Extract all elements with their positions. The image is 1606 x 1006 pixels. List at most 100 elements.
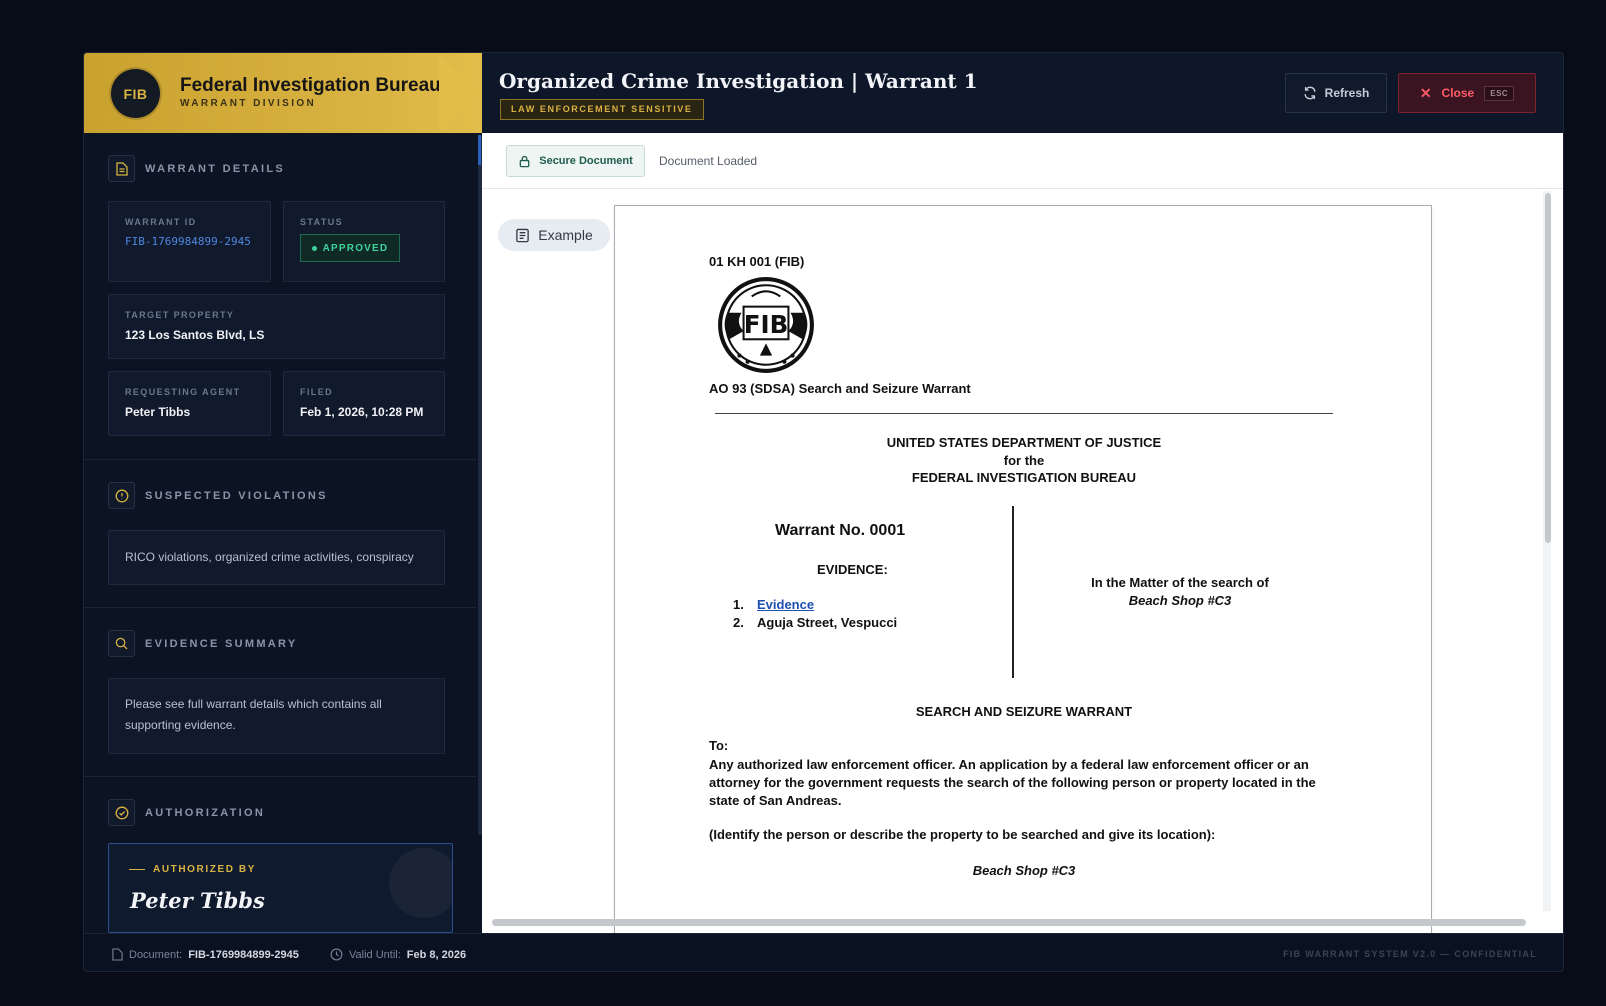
- document-toolbar: Secure Document Document Loaded: [482, 133, 1563, 189]
- document-status-text: Document Loaded: [659, 154, 758, 168]
- authorized-by-text: AUTHORIZED BY: [153, 864, 257, 875]
- fib-seal-icon: FIB: [718, 277, 814, 373]
- divider: [715, 413, 1333, 414]
- evidence-item-1-number: 1.: [733, 597, 744, 612]
- document-vertical-scroll-thumb[interactable]: [1545, 193, 1551, 543]
- evidence-card: Please see full warrant details which co…: [108, 678, 445, 754]
- brand-arrow-decoration: [439, 53, 477, 133]
- valid-until-label: Valid Until:: [349, 948, 401, 961]
- evidence-header: EVIDENCE SUMMARY: [108, 630, 298, 657]
- authorization-card: AUTHORIZED BY Peter Tibbs: [108, 843, 453, 933]
- check-circle-icon: [108, 799, 135, 826]
- filed-label: FILED: [300, 387, 333, 397]
- brand-subtitle: WARRANT DIVISION: [180, 98, 317, 109]
- section-title-search-warrant: SEARCH AND SEIZURE WARRANT: [915, 704, 1133, 719]
- status-badge: APPROVED: [300, 234, 400, 262]
- page-title: Organized Crime Investigation | Warrant …: [499, 69, 978, 93]
- authorizer-signature: Peter Tibbs: [130, 888, 265, 913]
- refresh-icon: [1304, 86, 1316, 100]
- evidence-heading: EVIDENCE:: [817, 562, 888, 577]
- section-title: WARRANT DETAILS: [145, 162, 286, 175]
- section-warrant-details: WARRANT DETAILS WARRANT ID FIB-176998489…: [84, 133, 476, 460]
- warrant-id-label: WARRANT ID: [125, 217, 197, 227]
- close-icon: ✕: [1419, 84, 1432, 101]
- requesting-agent-label: REQUESTING AGENT: [125, 387, 241, 397]
- system-version-text: FIB WARRANT SYSTEM V2.0 — CONFIDENTIAL: [1283, 949, 1537, 959]
- department-line-2: for the: [1003, 453, 1045, 468]
- evidence-item-2-number: 2.: [733, 615, 744, 630]
- section-suspected-violations: SUSPECTED VIOLATIONS RICO violations, or…: [84, 460, 476, 608]
- section-title: EVIDENCE SUMMARY: [145, 637, 298, 650]
- decorative-line: [129, 869, 145, 870]
- footer: Document: FIB-1769984899-2945 Valid Unti…: [84, 933, 1563, 971]
- status-dot-icon: [311, 245, 317, 251]
- decorative-glow: [389, 848, 452, 918]
- esc-shortcut-hint: ESC: [1484, 85, 1515, 101]
- column-divider: [1012, 506, 1014, 678]
- footer-valid-until: Valid Until: Feb 8, 2026: [330, 948, 466, 961]
- status-label: STATUS: [300, 217, 344, 227]
- sensitivity-badge: LAW ENFORCEMENT SENSITIVE: [500, 99, 704, 120]
- filed-value: Feb 1, 2026, 10:28 PM: [300, 405, 424, 419]
- document-horizontal-scroll-thumb[interactable]: [492, 919, 1526, 926]
- department-line-3: FEDERAL INVESTIGATION BUREAU: [911, 470, 1137, 485]
- matter-line-1: In the Matter of the search of: [1091, 575, 1269, 590]
- warrant-document-page: 01 KH 001 (FIB) FIB AO 93 (SDSA) Search …: [614, 205, 1432, 933]
- filed-card: FILED Feb 1, 2026, 10:28 PM: [283, 371, 445, 436]
- target-property-value: 123 Los Santos Blvd, LS: [125, 328, 265, 342]
- refresh-button[interactable]: Refresh: [1285, 73, 1387, 113]
- document-viewer: Secure Document Document Loaded Example …: [482, 133, 1563, 933]
- authorization-header: AUTHORIZATION: [108, 799, 265, 826]
- violations-header: SUSPECTED VIOLATIONS: [108, 482, 328, 509]
- brand-banner: FIB Federal Investigation Bureau WARRANT…: [84, 53, 482, 133]
- lock-icon: [519, 155, 530, 167]
- header: FIB Federal Investigation Bureau WARRANT…: [84, 53, 1563, 133]
- example-outline-button[interactable]: Example: [498, 219, 610, 251]
- warrant-number: Warrant No. 0001: [775, 522, 906, 539]
- document-value: FIB-1769984899-2945: [188, 948, 299, 961]
- identify-instruction: (Identify the person or describe the pro…: [709, 827, 1216, 842]
- alert-circle-icon: [108, 482, 135, 509]
- requesting-agent-card: REQUESTING AGENT Peter Tibbs: [108, 371, 271, 436]
- brand-title: Federal Investigation Bureau: [180, 75, 441, 96]
- property-description: Beach Shop #C3: [972, 863, 1076, 878]
- authorized-by-label: AUTHORIZED BY: [129, 864, 256, 875]
- warrant-id-card: WARRANT ID FIB-1769984899-2945: [108, 201, 271, 282]
- status-card: STATUS APPROVED: [283, 201, 445, 282]
- department-line-1: UNITED STATES DEPARTMENT OF JUSTICE: [886, 435, 1162, 450]
- document-icon: [108, 155, 135, 182]
- status-value: APPROVED: [322, 242, 389, 254]
- evidence-item-2-text: Aguja Street, Vespucci: [757, 615, 898, 630]
- document-label: Document:: [129, 948, 183, 961]
- violations-card: RICO violations, organized crime activit…: [108, 530, 445, 585]
- sidebar: WARRANT DETAILS WARRANT ID FIB-176998489…: [84, 133, 476, 933]
- matter-property: Beach Shop #C3: [1128, 593, 1232, 608]
- secure-document-button[interactable]: Secure Document: [506, 145, 645, 177]
- valid-until-value: Feb 8, 2026: [406, 948, 467, 961]
- requesting-agent-value: Peter Tibbs: [125, 405, 191, 419]
- evidence-link[interactable]: Evidence: [757, 597, 814, 612]
- section-title: SUSPECTED VIOLATIONS: [145, 489, 328, 502]
- search-icon: [108, 630, 135, 657]
- section-evidence-summary: EVIDENCE SUMMARY Please see full warrant…: [84, 608, 476, 777]
- document-code: 01 KH 001 (FIB): [709, 254, 805, 269]
- to-paragraph: Any authorized law enforcement officer. …: [709, 757, 1316, 808]
- warrant-viewer-window: FIB Federal Investigation Bureau WARRANT…: [83, 52, 1564, 972]
- warrant-details-header: WARRANT DETAILS: [108, 155, 285, 182]
- close-button[interactable]: ✕ Close ESC: [1398, 73, 1536, 113]
- secure-document-label: Secure Document: [539, 155, 633, 167]
- example-label: Example: [538, 227, 593, 243]
- file-icon: [112, 948, 123, 961]
- evidence-text: Please see full warrant details which co…: [125, 697, 382, 732]
- section-title: AUTHORIZATION: [145, 806, 266, 819]
- sidebar-scrollbar-thumb[interactable]: [478, 135, 481, 165]
- form-title: AO 93 (SDSA) Search and Seizure Warrant: [709, 381, 971, 396]
- violations-text: RICO violations, organized crime activit…: [125, 550, 414, 564]
- fib-logo-badge: FIB: [111, 69, 160, 118]
- clock-icon: [330, 948, 343, 961]
- target-property-card: TARGET PROPERTY 123 Los Santos Blvd, LS: [108, 294, 445, 359]
- refresh-label: Refresh: [1324, 86, 1370, 100]
- document-outline-icon: [516, 228, 530, 242]
- warrant-id-link[interactable]: FIB-1769984899-2945: [125, 233, 255, 250]
- svg-text:FIB: FIB: [744, 310, 788, 339]
